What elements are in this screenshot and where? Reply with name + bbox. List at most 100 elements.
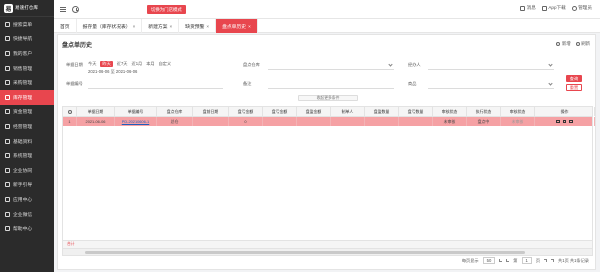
menu-icon [5, 167, 10, 173]
first-page-icon[interactable] [499, 259, 503, 262]
logo-icon: 易 [4, 3, 13, 13]
tab[interactable]: 首页 [54, 19, 77, 33]
menu-icon [5, 36, 10, 42]
history-icon[interactable] [72, 6, 79, 13]
refresh-icon [575, 42, 580, 46]
sidebar-item[interactable]: 库存管理 [0, 89, 54, 105]
menu-icon [5, 196, 10, 202]
page-tabs: 首页 报存量（库存状况表） × 新建方案 × 缺货预警 × 盘点单历史 × [54, 19, 600, 33]
sidebar-item[interactable]: 系统管理 [0, 148, 54, 163]
sidebar-item[interactable]: 我的客户 [0, 46, 54, 61]
delete-icon[interactable] [569, 119, 573, 124]
product-label: 商品 [408, 81, 417, 86]
page-size-select[interactable]: 50 [482, 257, 496, 264]
table-cell [365, 117, 399, 126]
page-suffix-label: 页 [535, 257, 541, 263]
remark-input[interactable] [268, 88, 394, 89]
warehouse-select[interactable] [268, 69, 394, 70]
sidebar-item[interactable]: 企业协同 [0, 163, 54, 178]
sidebar-item-label: 快捷导航 [13, 37, 33, 43]
table-cell: 盘点中 [467, 117, 501, 126]
tab[interactable]: 盘点单历史 × [216, 19, 258, 33]
column-header: 盘点仓库 [157, 107, 193, 116]
handler-select[interactable] [428, 69, 554, 70]
table-row[interactable]: 1 2021-06-06 PD-20210606-1 总仓 0 未审核 盘点中 未审核 [63, 117, 595, 126]
table-cell: 1 [63, 117, 77, 126]
sidebar-item[interactable]: 搜索菜单 [0, 17, 54, 32]
copy-icon[interactable] [562, 119, 567, 124]
date-label: 单据日期 [66, 62, 83, 67]
date-option[interactable]: 近7天 [117, 61, 128, 67]
sidebar-item[interactable]: 帮助中心 [0, 221, 54, 236]
sidebar: 易 易速打仓库 搜索菜单 快捷导航 我的客户 销售管理 采购管理 库存管理 资金管理 经营管理… [0, 0, 54, 272]
switch-mode-button[interactable]: 切换为门店模式 [147, 5, 186, 14]
menu-icon [5, 123, 10, 129]
sidebar-item-label: 系统管理 [13, 154, 33, 160]
bill-no-input[interactable] [88, 88, 223, 89]
tab[interactable]: 缺货预警 × [179, 19, 217, 33]
table-cell [535, 117, 595, 126]
sidebar-item[interactable]: 资金管理 [0, 105, 54, 120]
close-icon[interactable]: × [206, 24, 209, 29]
close-icon[interactable]: × [133, 24, 136, 29]
current-page-input[interactable]: 1 [521, 257, 532, 264]
header-actions: 消息 App下载 管理员 [520, 5, 592, 11]
user-menu[interactable]: 管理员 [571, 5, 592, 11]
sidebar-item[interactable]: 应用中心 [0, 192, 54, 207]
date-option[interactable]: 本月 [146, 61, 154, 67]
new-button[interactable]: 新增 [556, 41, 571, 47]
collapse-filters-toggle[interactable]: 收起更多条件 [298, 95, 358, 101]
last-page-icon[interactable] [551, 259, 555, 262]
product-input[interactable] [428, 88, 554, 89]
column-header: 盘亏金额 [263, 107, 297, 116]
reset-button[interactable]: 重置 [566, 84, 582, 91]
refresh-button[interactable]: 刷新 [575, 41, 590, 47]
date-option[interactable]: 近1月 [132, 61, 143, 67]
table-footer-total: 合计 [63, 240, 592, 248]
messages-link[interactable]: 消息 [520, 5, 536, 11]
close-icon[interactable]: × [169, 24, 172, 29]
sidebar-item-label: 企业协同 [13, 168, 33, 174]
gear-icon[interactable] [67, 109, 72, 114]
sidebar-item[interactable]: 新手引导 [0, 178, 54, 193]
table-cell: 2021-06-06 [77, 117, 115, 126]
date-option[interactable]: 自定义 [159, 61, 172, 67]
column-header: 盘亏数量 [399, 107, 433, 116]
message-icon [520, 5, 526, 11]
table-cell: 0 [229, 117, 263, 126]
sidebar-item[interactable]: 经营管理 [0, 119, 54, 134]
date-option[interactable]: 昨天 [100, 61, 113, 67]
app-download-link[interactable]: App下载 [541, 5, 566, 11]
tab-label: 首页 [60, 24, 70, 30]
remark-label: 备注 [243, 81, 252, 86]
table-cell [193, 117, 229, 126]
bill-no-link[interactable]: PD-20210606-1 [115, 117, 157, 126]
menu-toggle-icon[interactable] [60, 7, 66, 12]
sidebar-item[interactable]: 基础资料 [0, 134, 54, 149]
next-page-icon[interactable] [544, 259, 548, 262]
horizontal-scrollbar[interactable] [63, 248, 592, 255]
date-option[interactable]: 今天 [88, 61, 96, 67]
close-icon[interactable]: × [248, 24, 251, 29]
warehouse-label: 盘点仓库 [243, 62, 260, 67]
tab[interactable]: 报存量（库存状况表） × [77, 19, 143, 33]
sidebar-item[interactable]: 快捷导航 [0, 32, 54, 47]
sidebar-item[interactable]: 销售管理 [0, 61, 54, 76]
user-name: 管理员 [578, 5, 592, 10]
prev-page-icon[interactable] [506, 259, 510, 262]
column-header: 盘盈数量 [365, 107, 399, 116]
sidebar-item[interactable]: 采购管理 [0, 75, 54, 90]
edit-icon[interactable] [556, 119, 560, 124]
tab[interactable]: 新建方案 × [142, 19, 180, 33]
sidebar-item-label: 搜索菜单 [13, 22, 33, 28]
tab-label: 盘点单历史 [222, 24, 247, 30]
query-button[interactable]: 查询 [566, 75, 582, 82]
refresh-label: 刷新 [581, 41, 590, 46]
history-table: 单据日期 单据编号 盘点仓库 盘前日期 盘亏金额 盘亏金额 盘盈金额 制单人 盘盈数量 盘亏数量审… [62, 106, 595, 256]
table-cell: 未审核 [501, 117, 535, 126]
date-range-input[interactable]: 2021-06-06 至 2021-06-06 [88, 69, 137, 75]
bill-no-label: 单据编号 [66, 81, 83, 86]
sidebar-item[interactable]: 企业微信 [0, 207, 54, 222]
scrollbar-thumb[interactable] [85, 251, 525, 254]
sidebar-item-label: 我的客户 [13, 51, 33, 57]
